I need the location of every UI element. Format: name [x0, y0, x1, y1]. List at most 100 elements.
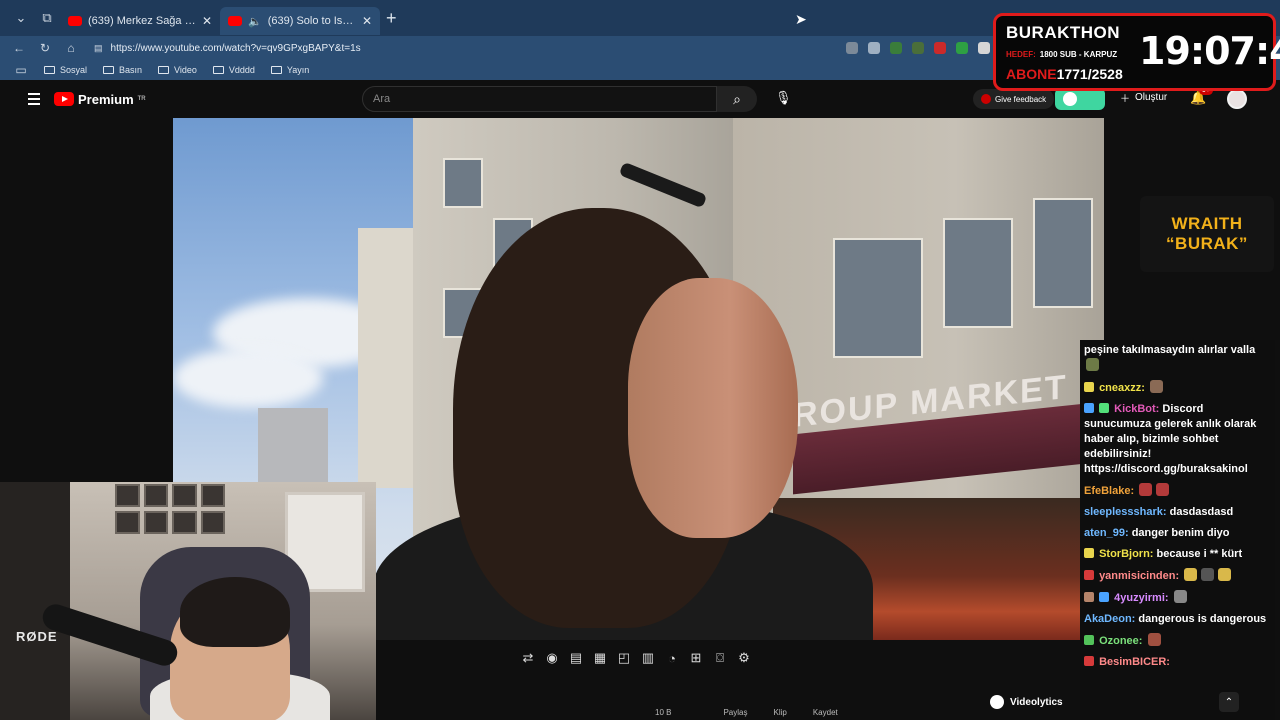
crop-icon[interactable]: ◰ — [616, 650, 632, 666]
bookmark-folder[interactable]: Video — [158, 65, 197, 75]
screenshot-camera-icon[interactable]: ⌼ — [712, 650, 728, 666]
bookmark-folder[interactable]: Vdddd — [212, 65, 255, 75]
speaker-icon[interactable]: 🔈 — [248, 15, 262, 28]
search-input[interactable]: Ara — [362, 86, 717, 112]
share-button[interactable]: Paylaş — [723, 708, 747, 717]
clapper-icon[interactable]: ▦ — [592, 650, 608, 666]
clip-button[interactable]: Klip — [773, 708, 786, 717]
add-frame-icon[interactable]: ⊞ — [688, 650, 704, 666]
feedback-label: Give feedback — [995, 94, 1047, 104]
site-info-icon[interactable]: ▤ — [94, 43, 103, 54]
stream-overlay-panel: BURAKTHON HEDEF: 1800 SUB - KARPUZ ABONE1… — [993, 13, 1280, 91]
home-icon[interactable]: ⌂ — [64, 41, 78, 55]
logo-text: Premium — [78, 91, 134, 107]
chat-message: sleeplessshark: dasdasdasd — [1080, 502, 1275, 523]
chat-text: dasdasdasd — [1169, 506, 1234, 518]
microphone-icon[interactable]: 🎙 — [775, 90, 792, 106]
emote-icon — [1218, 568, 1232, 581]
extension-icon[interactable] — [956, 42, 968, 54]
create-button[interactable]: ＋ Oluştur — [1120, 90, 1167, 105]
webcam-mic-brand: RØDE — [16, 629, 58, 644]
search-button[interactable]: ⌕ — [717, 86, 757, 112]
chat-username[interactable]: cneaxzz: — [1099, 382, 1145, 394]
extension-toggle[interactable] — [1055, 88, 1105, 110]
subscribers-value: 1771/2528 — [1056, 66, 1123, 82]
extension-icon[interactable] — [978, 42, 990, 54]
chat-message: StorBjorn: because i ** kürt — [1080, 544, 1275, 565]
emote-icon — [1173, 590, 1187, 603]
back-arrow-icon[interactable]: ← — [12, 41, 26, 55]
workspaces-icon[interactable]: ⧉ — [34, 5, 60, 31]
screen: ⌄ ⧉ (639) Merkez Sağa Ne Oldu? | Ne ✕ 🔈 … — [0, 0, 1280, 720]
loop-icon[interactable]: ⇄ — [520, 650, 536, 666]
video-building-left — [358, 228, 418, 488]
subscriber-badge-icon — [1084, 656, 1094, 666]
close-tab-icon[interactable]: ✕ — [202, 14, 212, 28]
streamer-webcam: RØDE — [0, 482, 376, 720]
settings-gear-icon[interactable]: ⚙ — [736, 650, 752, 666]
playlist-icon[interactable]: ▤ — [568, 650, 584, 666]
chat-text: dangerous is dangerous — [1138, 613, 1267, 625]
chat-username[interactable]: KickBot: — [1114, 403, 1159, 415]
tab-title: (639) Solo to Istanbul's Most — [267, 15, 356, 27]
save-button[interactable]: Kaydet — [813, 708, 838, 717]
filmstrip-icon[interactable]: ▥ — [640, 650, 656, 666]
chat-message: AkaDeon: dangerous is dangerous — [1080, 609, 1275, 630]
video-window — [443, 158, 483, 208]
video-window — [943, 218, 1013, 328]
create-label: Oluştur — [1135, 92, 1168, 103]
chat-message: yanmisicinden: — [1080, 565, 1275, 587]
chat-username[interactable]: EfeBlake: — [1084, 485, 1134, 497]
reader-mode-icon[interactable] — [846, 42, 858, 54]
emote-icon — [1149, 380, 1163, 393]
webcam-shadow — [0, 482, 70, 720]
chat-username[interactable]: Ozonee: — [1099, 635, 1142, 647]
chat-username[interactable]: yanmisicinden: — [1099, 570, 1179, 582]
tab-list-chevron-icon[interactable]: ⌄ — [8, 5, 34, 31]
star-bookmark-icon[interactable] — [868, 42, 880, 54]
chat-username[interactable]: StorBjorn: — [1099, 548, 1153, 560]
extension-icon[interactable] — [934, 42, 946, 54]
youtube-favicon-icon — [228, 16, 242, 26]
chat-username[interactable]: sleeplessshark: — [1084, 506, 1167, 518]
chat-text: because i ** kürt — [1156, 548, 1243, 560]
url-field[interactable]: ▤ https://www.youtube.com/watch?v=qv9GPx… — [94, 38, 834, 58]
youtube-logo[interactable]: Premium TR — [54, 92, 146, 107]
video-window — [833, 238, 923, 358]
chat-username[interactable]: AkaDeon: — [1084, 613, 1135, 625]
extension-icon[interactable] — [912, 42, 924, 54]
reload-icon[interactable]: ↻ — [38, 41, 52, 55]
badge-line-1: WRAITH — [1171, 214, 1243, 233]
gem-badge-icon — [1099, 592, 1110, 602]
browser-tab-2[interactable]: 🔈 (639) Solo to Istanbul's Most ✕ — [220, 7, 380, 35]
chat-message: EfeBlake: — [1080, 480, 1275, 502]
account-avatar[interactable] — [1227, 89, 1247, 109]
give-feedback-button[interactable]: Give feedback — [973, 89, 1055, 109]
sidebar-toggle-icon[interactable]: ▭ — [14, 63, 28, 77]
bot-badge-icon — [1084, 403, 1094, 413]
video-person-face — [628, 278, 798, 538]
extension-icon[interactable] — [890, 42, 902, 54]
chat-username[interactable]: 4yuzyirmi: — [1114, 592, 1168, 604]
new-tab-plus-icon[interactable]: + — [386, 8, 397, 29]
bookmark-label: Yayın — [286, 65, 310, 75]
like-count[interactable]: 10 B — [655, 708, 671, 717]
chat-message: KickBot: Discord sunucumuza gelerek anlı… — [1080, 399, 1275, 480]
scroll-up-chevron-icon[interactable]: ⌃ — [1219, 692, 1239, 712]
bookmark-folder[interactable]: Sosyal — [44, 65, 87, 75]
close-tab-icon[interactable]: ✕ — [362, 14, 372, 28]
broadcast-icon[interactable]: ◉ — [544, 650, 560, 666]
browser-tab-1[interactable]: (639) Merkez Sağa Ne Oldu? | Ne ✕ — [60, 7, 220, 35]
speed-gauge-icon[interactable]: ◔ — [664, 651, 680, 666]
subscriber-badge-icon — [1084, 382, 1094, 392]
folder-icon — [270, 66, 282, 74]
bookmark-folder[interactable]: Basın — [103, 65, 142, 75]
chat-text: danger benim diyo — [1131, 527, 1230, 539]
bookmark-folder[interactable]: Yayın — [270, 65, 310, 75]
videolytics-button[interactable]: Videolytics — [986, 693, 1067, 711]
chat-username[interactable]: aten_99: — [1084, 527, 1129, 539]
emote-icon — [1184, 568, 1198, 581]
subscribers-label: ABONE — [1006, 66, 1057, 82]
chat-username[interactable]: BesimBICER: — [1099, 656, 1170, 668]
menu-hamburger-icon[interactable] — [28, 93, 40, 105]
